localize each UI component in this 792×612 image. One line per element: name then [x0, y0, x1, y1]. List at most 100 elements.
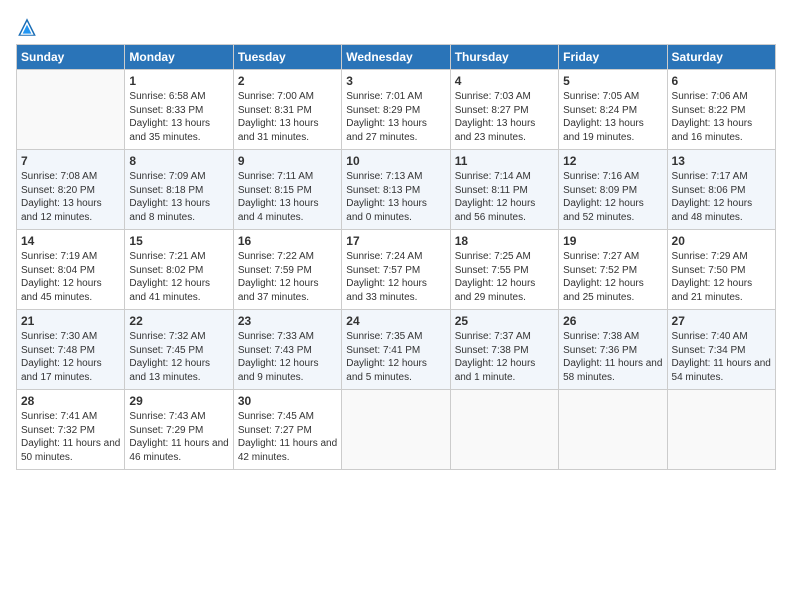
day-info: Sunrise: 6:58 AMSunset: 8:33 PMDaylight:…	[129, 90, 228, 144]
calendar-cell	[667, 390, 775, 470]
calendar-week-row: 1 Sunrise: 6:58 AMSunset: 8:33 PMDaylight…	[17, 70, 776, 150]
calendar-table: SundayMondayTuesdayWednesdayThursdayFrid…	[16, 44, 776, 470]
calendar-cell: 14 Sunrise: 7:19 AMSunset: 8:04 PMDayligh…	[17, 230, 125, 310]
day-info: Sunrise: 7:45 AMSunset: 7:27 PMDaylight:…	[238, 410, 337, 464]
calendar-cell: 30 Sunrise: 7:45 AMSunset: 7:27 PMDayligh…	[233, 390, 341, 470]
day-number: 24	[346, 314, 445, 328]
day-info: Sunrise: 7:08 AMSunset: 8:20 PMDaylight:…	[21, 170, 120, 224]
day-info: Sunrise: 7:24 AMSunset: 7:57 PMDaylight:…	[346, 250, 445, 304]
header	[16, 16, 776, 38]
day-number: 3	[346, 74, 445, 88]
weekday-header-tuesday: Tuesday	[233, 45, 341, 70]
calendar-cell	[450, 390, 558, 470]
calendar-cell: 20 Sunrise: 7:29 AMSunset: 7:50 PMDayligh…	[667, 230, 775, 310]
page-container: SundayMondayTuesdayWednesdayThursdayFrid…	[0, 0, 792, 480]
day-info: Sunrise: 7:43 AMSunset: 7:29 PMDaylight:…	[129, 410, 228, 464]
day-info: Sunrise: 7:14 AMSunset: 8:11 PMDaylight:…	[455, 170, 554, 224]
day-number: 16	[238, 234, 337, 248]
day-info: Sunrise: 7:11 AMSunset: 8:15 PMDaylight:…	[238, 170, 337, 224]
calendar-week-row: 21 Sunrise: 7:30 AMSunset: 7:48 PMDayligh…	[17, 310, 776, 390]
day-number: 23	[238, 314, 337, 328]
calendar-cell: 5 Sunrise: 7:05 AMSunset: 8:24 PMDaylight…	[559, 70, 667, 150]
calendar-cell	[559, 390, 667, 470]
day-info: Sunrise: 7:05 AMSunset: 8:24 PMDaylight:…	[563, 90, 662, 144]
day-info: Sunrise: 7:40 AMSunset: 7:34 PMDaylight:…	[672, 330, 771, 384]
day-number: 18	[455, 234, 554, 248]
calendar-cell	[342, 390, 450, 470]
weekday-header-wednesday: Wednesday	[342, 45, 450, 70]
calendar-cell: 29 Sunrise: 7:43 AMSunset: 7:29 PMDayligh…	[125, 390, 233, 470]
calendar-cell: 1 Sunrise: 6:58 AMSunset: 8:33 PMDaylight…	[125, 70, 233, 150]
calendar-week-row: 7 Sunrise: 7:08 AMSunset: 8:20 PMDaylight…	[17, 150, 776, 230]
weekday-header-monday: Monday	[125, 45, 233, 70]
calendar-cell: 24 Sunrise: 7:35 AMSunset: 7:41 PMDayligh…	[342, 310, 450, 390]
calendar-cell: 11 Sunrise: 7:14 AMSunset: 8:11 PMDayligh…	[450, 150, 558, 230]
day-number: 6	[672, 74, 771, 88]
day-number: 12	[563, 154, 662, 168]
day-info: Sunrise: 7:41 AMSunset: 7:32 PMDaylight:…	[21, 410, 120, 464]
day-info: Sunrise: 7:38 AMSunset: 7:36 PMDaylight:…	[563, 330, 662, 384]
day-number: 29	[129, 394, 228, 408]
calendar-cell: 27 Sunrise: 7:40 AMSunset: 7:34 PMDayligh…	[667, 310, 775, 390]
day-number: 30	[238, 394, 337, 408]
calendar-cell	[17, 70, 125, 150]
day-info: Sunrise: 7:06 AMSunset: 8:22 PMDaylight:…	[672, 90, 771, 144]
calendar-cell: 2Sunrise: 7:00 AMSunset: 8:31 PMDaylight…	[233, 70, 341, 150]
day-info: Sunrise: 7:27 AMSunset: 7:52 PMDaylight:…	[563, 250, 662, 304]
day-info: Sunrise: 7:35 AMSunset: 7:41 PMDaylight:…	[346, 330, 445, 384]
calendar-cell: 7 Sunrise: 7:08 AMSunset: 8:20 PMDaylight…	[17, 150, 125, 230]
weekday-header-saturday: Saturday	[667, 45, 775, 70]
day-number: 9	[238, 154, 337, 168]
day-info: Sunrise: 7:16 AMSunset: 8:09 PMDaylight:…	[563, 170, 662, 224]
day-number: 17	[346, 234, 445, 248]
day-info: Sunrise: 7:21 AMSunset: 8:02 PMDaylight:…	[129, 250, 228, 304]
day-info: Sunrise: 7:37 AMSunset: 7:38 PMDaylight:…	[455, 330, 554, 384]
day-number: 1	[129, 74, 228, 88]
day-number: 26	[563, 314, 662, 328]
day-number: 5	[563, 74, 662, 88]
day-number: 15	[129, 234, 228, 248]
day-info: Sunrise: 7:22 AMSunset: 7:59 PMDaylight:…	[238, 250, 337, 304]
day-info: Sunrise: 7:17 AMSunset: 8:06 PMDaylight:…	[672, 170, 771, 224]
day-info: Sunrise: 7:13 AMSunset: 8:13 PMDaylight:…	[346, 170, 445, 224]
day-info: Sunrise: 7:19 AMSunset: 8:04 PMDaylight:…	[21, 250, 120, 304]
day-number: 7	[21, 154, 120, 168]
calendar-week-row: 28 Sunrise: 7:41 AMSunset: 7:32 PMDayligh…	[17, 390, 776, 470]
calendar-cell: 22Sunrise: 7:32 AMSunset: 7:45 PMDayligh…	[125, 310, 233, 390]
calendar-cell: 25 Sunrise: 7:37 AMSunset: 7:38 PMDayligh…	[450, 310, 558, 390]
day-number: 10	[346, 154, 445, 168]
day-number: 27	[672, 314, 771, 328]
day-info: Sunrise: 7:30 AMSunset: 7:48 PMDaylight:…	[21, 330, 120, 384]
calendar-cell: 13Sunrise: 7:17 AMSunset: 8:06 PMDayligh…	[667, 150, 775, 230]
weekday-header-sunday: Sunday	[17, 45, 125, 70]
day-number: 14	[21, 234, 120, 248]
weekday-header-friday: Friday	[559, 45, 667, 70]
calendar-cell: 16 Sunrise: 7:22 AMSunset: 7:59 PMDayligh…	[233, 230, 341, 310]
day-info: Sunrise: 7:00 AMSunset: 8:31 PMDaylight:…	[238, 90, 337, 144]
day-number: 21	[21, 314, 120, 328]
calendar-cell: 10 Sunrise: 7:13 AMSunset: 8:13 PMDayligh…	[342, 150, 450, 230]
day-info: Sunrise: 7:29 AMSunset: 7:50 PMDaylight:…	[672, 250, 771, 304]
calendar-cell: 23Sunrise: 7:33 AMSunset: 7:43 PMDayligh…	[233, 310, 341, 390]
logo	[16, 16, 42, 38]
logo-icon	[16, 16, 38, 38]
day-info: Sunrise: 7:25 AMSunset: 7:55 PMDaylight:…	[455, 250, 554, 304]
calendar-cell: 21 Sunrise: 7:30 AMSunset: 7:48 PMDayligh…	[17, 310, 125, 390]
calendar-cell: 12 Sunrise: 7:16 AMSunset: 8:09 PMDayligh…	[559, 150, 667, 230]
day-number: 19	[563, 234, 662, 248]
day-info: Sunrise: 7:09 AMSunset: 8:18 PMDaylight:…	[129, 170, 228, 224]
calendar-cell: 19 Sunrise: 7:27 AMSunset: 7:52 PMDayligh…	[559, 230, 667, 310]
day-number: 11	[455, 154, 554, 168]
calendar-cell: 28 Sunrise: 7:41 AMSunset: 7:32 PMDayligh…	[17, 390, 125, 470]
calendar-week-row: 14 Sunrise: 7:19 AMSunset: 8:04 PMDayligh…	[17, 230, 776, 310]
weekday-header-thursday: Thursday	[450, 45, 558, 70]
calendar-cell: 17 Sunrise: 7:24 AMSunset: 7:57 PMDayligh…	[342, 230, 450, 310]
day-number: 8	[129, 154, 228, 168]
day-number: 25	[455, 314, 554, 328]
day-info: Sunrise: 7:01 AMSunset: 8:29 PMDaylight:…	[346, 90, 445, 144]
day-number: 4	[455, 74, 554, 88]
day-number: 28	[21, 394, 120, 408]
day-number: 20	[672, 234, 771, 248]
calendar-cell: 18 Sunrise: 7:25 AMSunset: 7:55 PMDayligh…	[450, 230, 558, 310]
calendar-cell: 26 Sunrise: 7:38 AMSunset: 7:36 PMDayligh…	[559, 310, 667, 390]
